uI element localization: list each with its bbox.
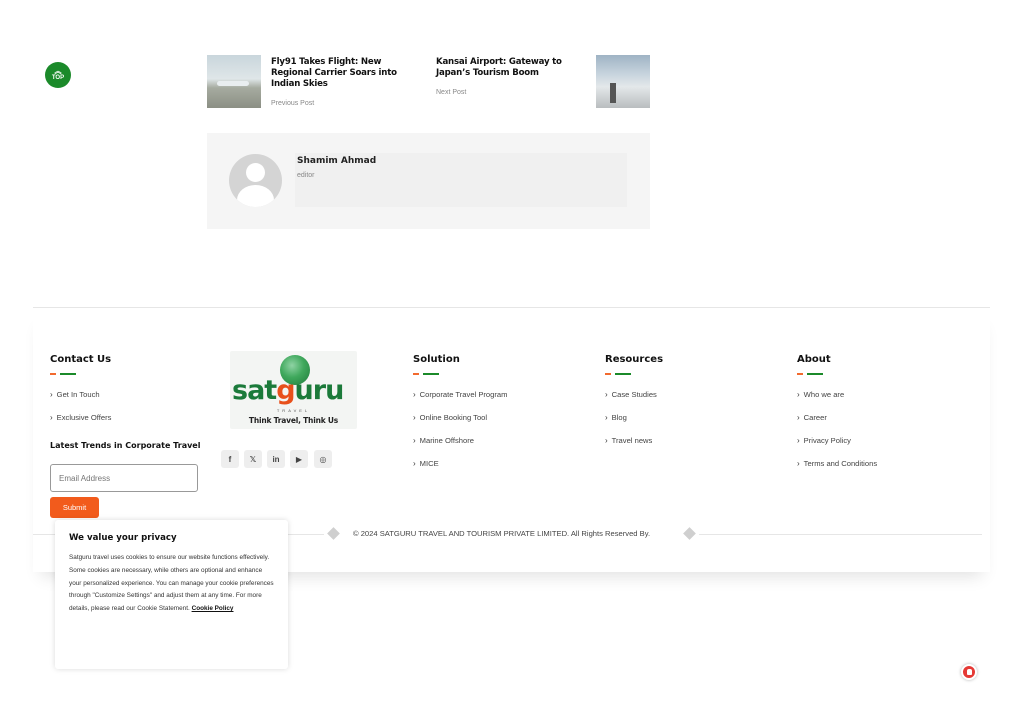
chevron-right-icon: › bbox=[605, 390, 608, 399]
resources-heading: Resources bbox=[605, 354, 664, 365]
logo-subtext: TRAVEL bbox=[276, 408, 311, 413]
about-heading: About bbox=[797, 354, 831, 365]
x-twitter-icon[interactable]: 𝕏 bbox=[244, 450, 262, 468]
chevron-right-icon: › bbox=[797, 413, 800, 422]
cookie-consent-dialog: We value your privacy Satguru travel use… bbox=[55, 520, 288, 669]
chevron-right-icon: › bbox=[797, 459, 800, 468]
cookie-body: Satguru travel uses cookies to ensure ou… bbox=[69, 554, 274, 613]
author-name[interactable]: Shamim Ahmad bbox=[297, 156, 376, 166]
copyright-line-right bbox=[699, 534, 982, 535]
previous-post-thumbnail[interactable] bbox=[207, 55, 261, 108]
footer-link-exclusive-offers[interactable]: › Exclusive Offers bbox=[50, 413, 111, 436]
youtube-icon[interactable]: ▶ bbox=[290, 450, 308, 468]
footer-link-corporate-travel-program[interactable]: › Corporate Travel Program bbox=[413, 390, 507, 413]
footer-link-blog[interactable]: › Blog bbox=[605, 413, 663, 436]
footer-link-get-in-touch[interactable]: › Get In Touch bbox=[50, 390, 111, 413]
chevron-right-icon: › bbox=[797, 390, 800, 399]
footer-link-travel-news[interactable]: › Travel news bbox=[605, 436, 663, 459]
notification-bell-button[interactable] bbox=[961, 664, 977, 680]
back-to-top-button[interactable]: ︽ TOP bbox=[45, 62, 71, 88]
instagram-icon[interactable]: ◎ bbox=[314, 450, 332, 468]
diamond-icon bbox=[683, 527, 696, 540]
back-to-top-label: TOP bbox=[51, 74, 65, 81]
heading-underline bbox=[413, 373, 507, 375]
footer-link-who-we-are[interactable]: › Who we are bbox=[797, 390, 877, 413]
logo-tagline: Think Travel, Think Us bbox=[248, 416, 339, 425]
contact-heading: Contact Us bbox=[50, 354, 112, 365]
logo-wordmark: satguru bbox=[232, 375, 344, 406]
heading-underline bbox=[605, 373, 663, 375]
cookie-title: We value your privacy bbox=[69, 533, 177, 543]
chevron-right-icon: › bbox=[605, 436, 608, 445]
chevron-right-icon: › bbox=[50, 413, 53, 422]
footer-link-online-booking-tool[interactable]: › Online Booking Tool bbox=[413, 413, 507, 436]
author-avatar bbox=[229, 154, 282, 207]
chevron-right-icon: › bbox=[413, 390, 416, 399]
satguru-logo[interactable]: satguru TRAVEL Think Travel, Think Us bbox=[230, 351, 357, 429]
copyright-text: © 2024 SATGURU TRAVEL AND TOURISM PRIVAT… bbox=[353, 529, 651, 538]
diamond-icon bbox=[327, 527, 340, 540]
newsletter-email-input[interactable] bbox=[50, 464, 198, 492]
chevron-right-icon: › bbox=[413, 413, 416, 422]
chevron-right-icon: › bbox=[605, 413, 608, 422]
cookie-policy-link[interactable]: Cookie Policy bbox=[192, 605, 234, 612]
heading-underline bbox=[797, 373, 877, 375]
chevron-right-icon: › bbox=[413, 459, 416, 468]
solution-heading: Solution bbox=[413, 354, 460, 365]
footer-about-column: About › Who we are › Career › Privacy Polic… bbox=[797, 354, 877, 482]
next-post-link[interactable]: Kansai Airport: Gateway to Japan’s Touri… bbox=[426, 55, 650, 108]
footer-resources-column: Resources › Case Studies › Blog › Travel ne… bbox=[605, 354, 663, 459]
previous-post-title[interactable]: Fly91 Takes Flight: New Regional Carrier… bbox=[271, 57, 421, 90]
newsletter-heading: Latest Trends in Corporate Travel bbox=[50, 441, 201, 450]
footer-link-marine-offshore[interactable]: › Marine Offshore bbox=[413, 436, 507, 459]
previous-post-link[interactable]: Fly91 Takes Flight: New Regional Carrier… bbox=[207, 55, 431, 109]
newsletter-submit-button[interactable]: Submit bbox=[50, 497, 99, 518]
chevron-right-icon: › bbox=[50, 390, 53, 399]
footer-solution-column: Solution › Corporate Travel Program › Onli… bbox=[413, 354, 507, 482]
next-post-thumbnail[interactable] bbox=[596, 55, 650, 108]
next-post-title[interactable]: Kansai Airport: Gateway to Japan’s Touri… bbox=[436, 57, 586, 79]
chevron-right-icon: › bbox=[797, 436, 800, 445]
author-box: Shamim Ahmad editor bbox=[207, 133, 650, 229]
facebook-icon[interactable]: f bbox=[221, 450, 239, 468]
chevron-right-icon: › bbox=[413, 436, 416, 445]
footer-link-privacy-policy[interactable]: › Privacy Policy bbox=[797, 436, 877, 459]
footer-link-mice[interactable]: › MICE bbox=[413, 459, 507, 482]
footer-link-case-studies[interactable]: › Case Studies bbox=[605, 390, 663, 413]
footer-contact-column: Contact Us › Get In Touch › Exclusive Offe… bbox=[50, 354, 111, 436]
heading-underline bbox=[50, 373, 111, 375]
previous-post-label: Previous Post bbox=[271, 100, 315, 107]
footer-link-career[interactable]: › Career bbox=[797, 413, 877, 436]
next-post-label: Next Post bbox=[436, 89, 467, 96]
author-role: editor bbox=[297, 172, 315, 179]
post-navigation: Fly91 Takes Flight: New Regional Carrier… bbox=[207, 55, 650, 108]
footer-link-terms-and-conditions[interactable]: › Terms and Conditions bbox=[797, 459, 877, 482]
linkedin-icon[interactable]: in bbox=[267, 450, 285, 468]
bell-icon bbox=[966, 669, 972, 675]
